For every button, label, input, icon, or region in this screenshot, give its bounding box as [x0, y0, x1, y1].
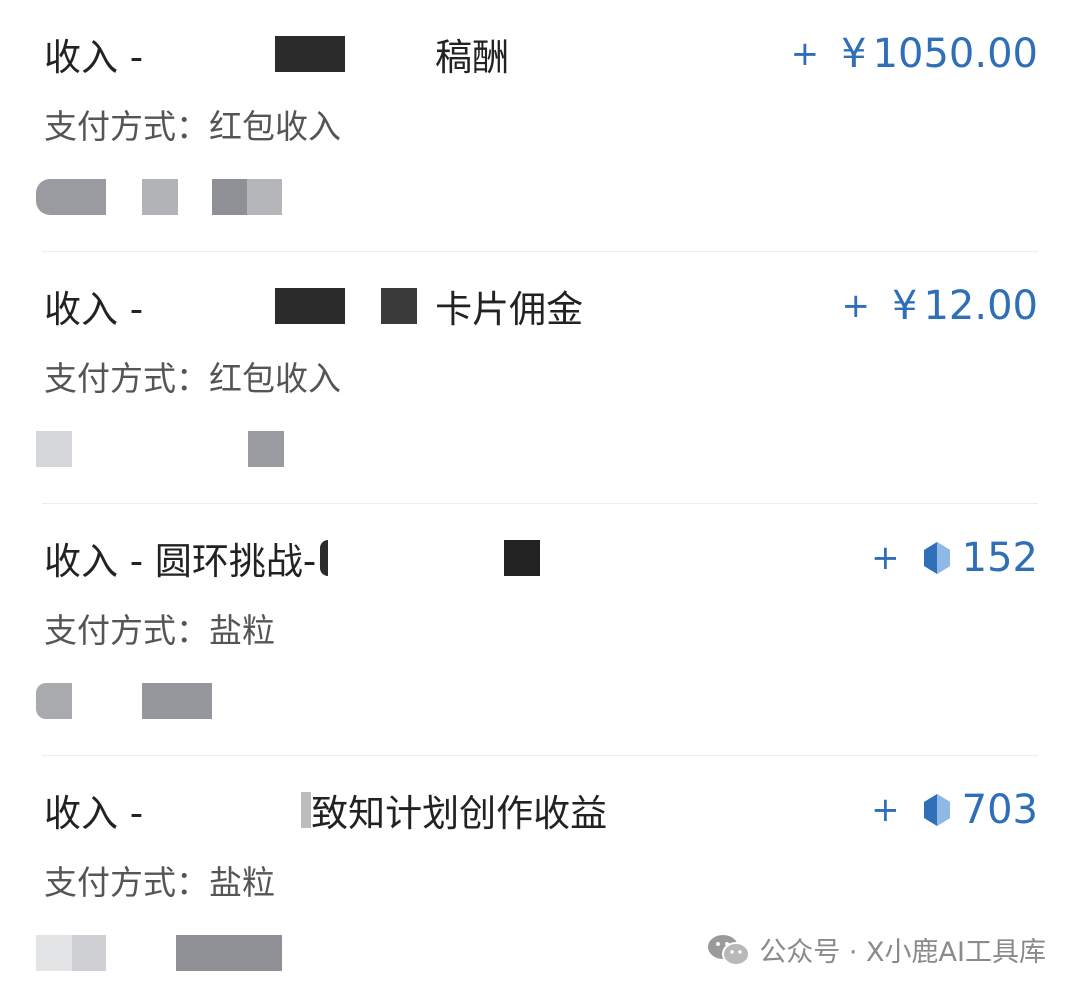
payment-method: 支付方式：红包收入 — [44, 107, 341, 146]
record-title: 收入 - 致知计划创作收益 — [44, 783, 607, 837]
currency-symbol: ¥ — [892, 283, 918, 329]
amount-value: 1050.00 — [872, 31, 1038, 77]
redacted-block — [36, 935, 72, 971]
redacted-blur — [417, 286, 435, 326]
income-record[interactable]: 收入 - 圆环挑战- + 152 支付方式：盐粒 — [36, 504, 1038, 756]
watermark: 公众号 · X小鹿AI工具库 — [707, 930, 1046, 969]
wechat-icon — [708, 934, 751, 966]
redacted-block — [36, 431, 72, 467]
redacted-timestamp — [36, 178, 282, 216]
redacted-block — [381, 288, 418, 324]
redacted-blur — [328, 538, 504, 578]
redacted-blur — [72, 431, 248, 467]
redacted-blur — [147, 34, 275, 74]
watermark-text: 公众号 · X小鹿AI工具库 — [759, 937, 1046, 968]
record-amount: + ¥ 12.00 — [842, 278, 1038, 334]
record-amount: + ¥ 1050.00 — [791, 26, 1038, 82]
payment-method: 支付方式：盐粒 — [44, 611, 275, 650]
redacted-block — [142, 683, 212, 719]
record-title: 收入 - 卡片佣金 — [44, 279, 583, 333]
redacted-blur — [345, 286, 381, 326]
redacted-timestamp — [36, 430, 284, 468]
redacted-block — [36, 683, 72, 719]
record-amount: + 152 — [871, 530, 1038, 586]
amount-value: 703 — [961, 787, 1038, 833]
redacted-block — [275, 288, 346, 324]
amount-sign: + — [871, 790, 900, 830]
redacted-timestamp — [36, 682, 212, 720]
record-title-prefix: 收入 - — [44, 288, 144, 331]
amount-value: 12.00 — [923, 283, 1038, 329]
record-title-prefix: 收入 - — [44, 792, 144, 835]
redacted-block — [72, 935, 106, 971]
payment-method: 支付方式：盐粒 — [44, 863, 275, 902]
redacted-blur — [106, 179, 142, 215]
income-record-list: 收入 - 稿酬 + ¥ 1050.00 支付方式：红包收入 收入 - 卡片佣金 … — [0, 0, 1080, 1008]
redacted-timestamp — [36, 934, 282, 972]
redacted-block — [504, 540, 541, 576]
payment-method: 支付方式：红包收入 — [44, 359, 341, 398]
record-title-suffix: 卡片佣金 — [435, 288, 584, 331]
redacted-block — [301, 792, 312, 828]
amount-sign: + — [841, 286, 871, 326]
amount-sign: + — [790, 34, 820, 74]
record-title-prefix: 收入 - 圆环挑战- — [44, 540, 317, 583]
salt-grain-gem-icon — [923, 794, 950, 826]
redacted-blur — [345, 34, 435, 74]
redacted-block — [142, 179, 178, 215]
income-record[interactable]: 收入 - 稿酬 + ¥ 1050.00 支付方式：红包收入 — [36, 0, 1038, 252]
record-amount: + 703 — [871, 782, 1038, 838]
redacted-block — [320, 540, 329, 576]
salt-grain-gem-icon — [923, 542, 950, 574]
record-title-prefix: 收入 - — [44, 36, 144, 79]
redacted-block — [176, 935, 282, 971]
record-title-suffix: 稿酬 — [435, 36, 510, 79]
redacted-block — [36, 179, 106, 215]
redacted-blur — [178, 179, 212, 215]
redacted-blur — [106, 935, 176, 971]
record-title: 收入 - 稿酬 — [44, 27, 509, 81]
income-record[interactable]: 收入 - 卡片佣金 + ¥ 12.00 支付方式：红包收入 — [36, 252, 1038, 504]
redacted-block — [212, 179, 282, 215]
income-record[interactable]: 收入 - 致知计划创作收益 + 703 支付方式：盐粒 — [36, 756, 1038, 1008]
redacted-block — [248, 431, 284, 467]
redacted-block — [275, 36, 346, 72]
amount-value: 152 — [961, 535, 1038, 581]
redacted-blur — [72, 683, 142, 719]
currency-symbol: ¥ — [841, 31, 867, 77]
redacted-blur — [147, 790, 301, 830]
record-title: 收入 - 圆环挑战- — [44, 531, 541, 585]
redacted-blur — [147, 286, 275, 326]
amount-sign: + — [871, 538, 900, 578]
record-title-suffix: 致知计划创作收益 — [311, 792, 608, 835]
